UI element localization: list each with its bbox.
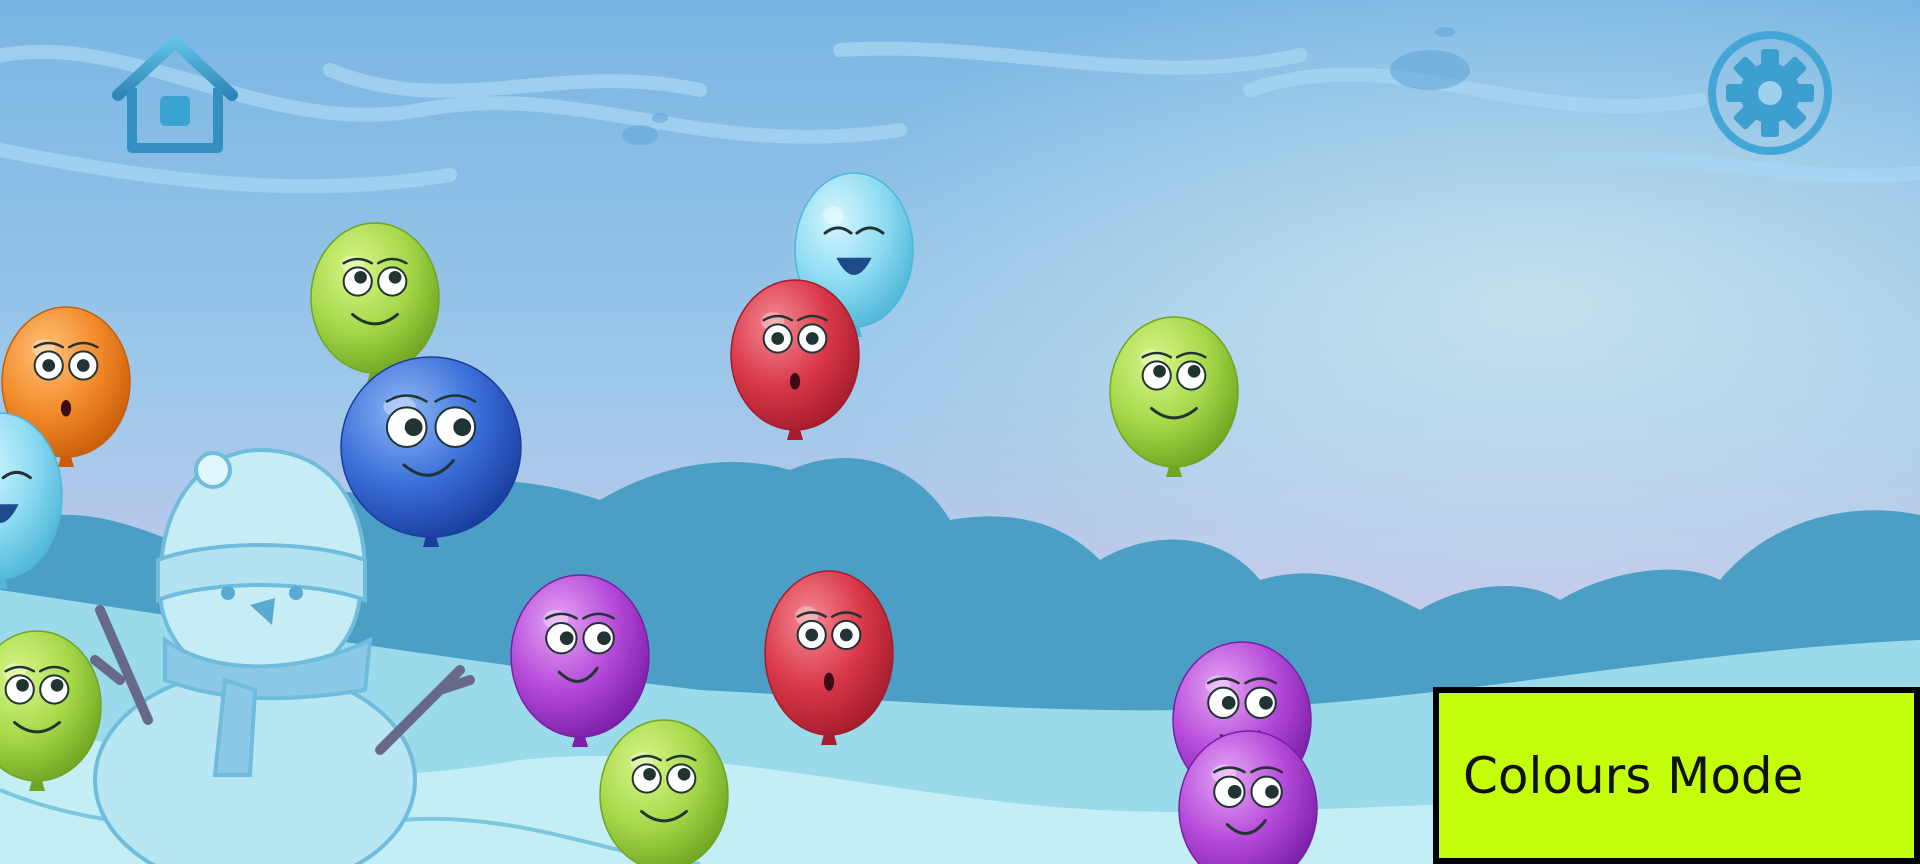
- balloon-body: [1109, 316, 1239, 468]
- balloon-body: [764, 570, 894, 736]
- balloon-mouth: [823, 672, 835, 691]
- balloon-pupil: [1227, 785, 1242, 799]
- balloon-pupil: [1153, 364, 1166, 378]
- home-icon: [112, 36, 238, 153]
- mode-banner[interactable]: Colours Mode: [1433, 687, 1920, 864]
- balloon-pupil: [354, 270, 367, 284]
- balloon-body: [310, 222, 440, 374]
- balloon-pupil: [805, 628, 819, 642]
- balloon-pupil: [559, 631, 574, 646]
- balloon-body: [510, 574, 650, 738]
- balloon-pupil: [1265, 785, 1279, 799]
- balloon-pupil: [1221, 696, 1236, 710]
- balloon-pupil: [388, 270, 402, 284]
- balloon-shine: [822, 206, 844, 225]
- balloon-green[interactable]: [599, 719, 729, 864]
- balloon-body: [599, 719, 729, 864]
- balloon-pupil: [50, 678, 64, 692]
- balloon-body: [340, 356, 522, 538]
- balloon-pupil: [677, 767, 691, 781]
- balloon-body: [730, 279, 860, 431]
- balloon-pupil: [597, 631, 611, 646]
- balloon-pupil: [771, 332, 785, 345]
- balloon-pupil: [453, 418, 472, 437]
- balloon-pupil: [42, 359, 56, 372]
- balloon-pupil: [839, 628, 853, 642]
- balloon-pupil: [16, 678, 29, 692]
- balloon-mouth: [789, 373, 801, 390]
- balloon-pupil: [404, 418, 423, 437]
- balloon-pupil: [643, 767, 656, 781]
- balloon-pupil: [1187, 364, 1201, 378]
- balloon-pupil: [805, 332, 819, 345]
- balloon-pupil: [76, 359, 90, 372]
- balloon-mouth: [60, 400, 72, 417]
- gear-icon: [1708, 31, 1832, 155]
- balloon-pupil: [1259, 696, 1273, 710]
- settings-button[interactable]: [1705, 28, 1835, 158]
- mode-label: Colours Mode: [1463, 746, 1804, 805]
- home-button[interactable]: [110, 30, 240, 160]
